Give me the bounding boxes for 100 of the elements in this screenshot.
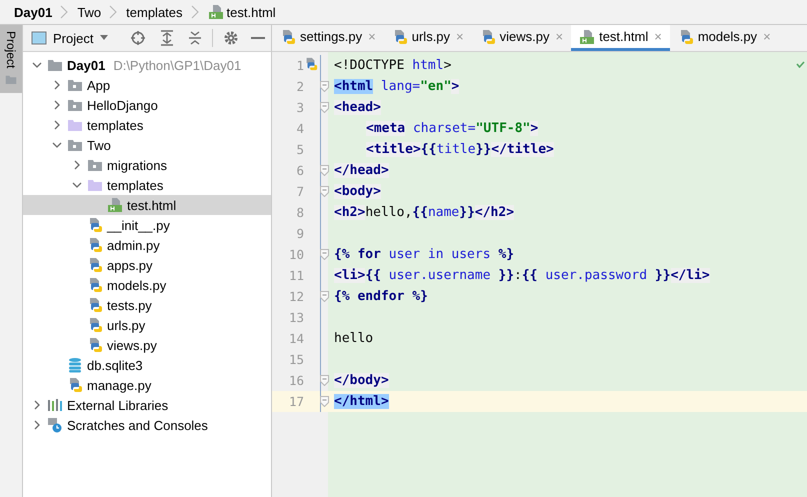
tree-item[interactable]: templates [23,115,271,135]
database-icon [67,357,83,373]
line-number: 17 [288,394,304,409]
caret-icon [99,35,110,41]
python-file-icon [87,277,103,293]
python-file-icon [87,237,103,253]
code-line: <!DOCTYPE html> [333,57,452,75]
module-folder-icon [67,78,83,92]
editor-tab[interactable]: urls.py × [384,25,472,51]
tree-item[interactable]: tests.py [23,295,271,315]
minimize-icon[interactable] [251,36,265,40]
editor-tab[interactable]: test.html × [571,25,670,51]
line-number: 13 [288,310,304,325]
line-number: 12 [288,289,304,304]
project-view-dropdown[interactable]: Project [31,30,110,46]
line-number: 2 [295,79,304,94]
tree-item[interactable]: views.py [23,335,271,355]
line-number: 5 [295,142,304,157]
folder-icon [5,74,17,86]
tree-item[interactable]: db.sqlite3 [23,355,271,375]
fold-marker-icon[interactable] [320,102,329,113]
fold-marker-icon[interactable] [320,165,329,176]
tree-item[interactable]: manage.py [23,375,271,395]
folder-icon [47,58,63,72]
fold-marker-icon[interactable] [320,291,329,302]
tree-item[interactable]: models.py [23,275,271,295]
module-folder-icon [67,138,83,152]
python-file-icon [67,377,83,393]
module-folder-icon [87,158,103,172]
python-file-icon [87,337,103,353]
folder-icon [67,118,83,132]
folder-icon [87,178,103,192]
line-number: 7 [295,184,304,199]
tree-item[interactable]: Scratches and Consoles [23,415,271,435]
python-file-icon [87,297,103,313]
code-line: <title>{{title}}</title> [365,141,554,159]
python-file-icon [87,317,103,333]
module-folder-icon [67,98,83,112]
python-file-icon [280,28,296,44]
html-file-icon [208,4,224,20]
tree-item[interactable]: templates [23,175,271,195]
code-line: hello [333,330,374,348]
fold-marker-icon[interactable] [320,396,329,407]
python-file-icon [87,217,103,233]
fold-marker-icon[interactable] [320,249,329,260]
tree-item[interactable]: App [23,75,271,95]
code-line: <h2>hello,{{name}}</h2> [333,204,514,222]
scratch-file-icon [47,417,63,433]
line-number: 8 [295,205,304,220]
path-hint: D:\Python\GP1\Day01 [113,58,242,72]
settings-icon[interactable] [223,30,239,46]
line-number: 1 [295,58,304,73]
code-line: {% endfor %} [333,288,428,306]
breadcrumb-item[interactable]: Day01 [14,4,52,20]
code-line: <meta charset="UTF-8"> [365,120,538,138]
line-number: 3 [295,100,304,115]
editor-tab[interactable]: settings.py × [272,25,384,51]
line-number: 11 [288,268,304,283]
window-icon [31,31,47,45]
editor-tab[interactable]: views.py × [472,25,572,51]
tree-item[interactable]: __init__.py [23,215,271,235]
fold-marker-icon[interactable] [320,375,329,386]
check-icon [796,61,805,68]
library-icon [47,398,63,412]
tree-item[interactable]: HelloDjango [23,95,271,115]
line-number: 16 [288,373,304,388]
code-line: <li>{{ user.username }}:{{ user.password }}</li> [333,267,710,285]
project-tool-tab[interactable]: Project [0,25,22,94]
tree-item[interactable]: migrations [23,155,271,175]
breadcrumb-item[interactable]: templates [126,4,183,20]
chevron-icon [109,5,118,19]
locate-icon[interactable] [130,30,146,46]
breadcrumb-item[interactable]: Two [77,4,102,20]
html-file-icon [107,197,123,213]
tree-item[interactable]: test.html [23,195,271,215]
html-file-icon [579,28,596,44]
expand-all-icon[interactable] [160,30,174,46]
line-number: 14 [288,331,304,346]
line-number: 9 [295,226,304,241]
fold-marker-icon[interactable] [320,81,329,92]
line-number: 6 [295,163,304,178]
tree-item[interactable]: urls.py [23,315,271,335]
breadcrumb-item[interactable]: test.html [226,4,276,20]
fold-marker-icon[interactable] [320,186,329,197]
tree-item[interactable]: Day01 D:\Python\GP1\Day01 [23,55,271,75]
code-line: <html lang="en"> [333,78,460,96]
tree-item[interactable]: Two [23,135,271,155]
tree-item[interactable]: apps.py [23,255,271,275]
editor-tab[interactable]: models.py × [670,25,779,51]
tree-item[interactable]: admin.py [23,235,271,255]
collapse-all-icon[interactable] [188,30,202,46]
line-number: 4 [295,121,304,136]
tree-item[interactable]: External Libraries [23,395,271,415]
python-file-icon [87,257,103,273]
chevron-icon [60,5,68,19]
line-number: 10 [288,247,304,262]
code-line: {% for user in users %} [333,246,514,264]
chevron-icon [190,5,199,19]
python-file-icon [304,56,318,70]
line-number: 15 [288,352,304,367]
